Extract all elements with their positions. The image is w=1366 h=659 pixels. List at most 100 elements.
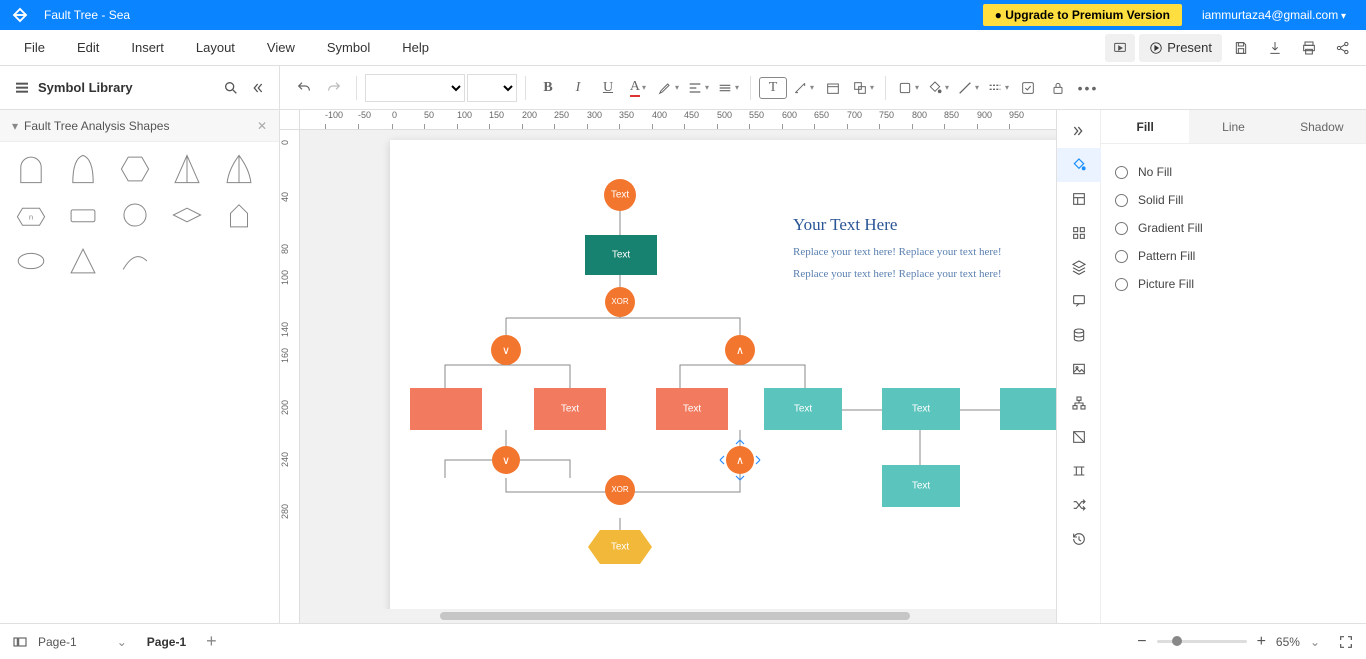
more-button[interactable]: ••• — [1074, 73, 1102, 103]
text-align-v-button[interactable] — [714, 73, 742, 103]
present-button[interactable]: Present — [1139, 34, 1222, 62]
page-select[interactable]: Page-1⌄ — [38, 635, 127, 649]
layers-panel-icon[interactable] — [1057, 250, 1101, 284]
save-button[interactable] — [1226, 34, 1256, 62]
shape-rect[interactable] — [66, 198, 100, 232]
line-style-button[interactable] — [984, 73, 1012, 103]
svg-text:XOR: XOR — [611, 297, 629, 306]
zoom-in-button[interactable]: + — [1257, 633, 1266, 651]
fill-option-pattern[interactable]: Pattern Fill — [1115, 242, 1352, 270]
undo-button[interactable] — [290, 73, 318, 103]
fullscreen-button[interactable] — [1338, 634, 1354, 650]
print-button[interactable] — [1294, 34, 1324, 62]
slideshow-button[interactable] — [1105, 34, 1135, 62]
expand-panel-icon[interactable] — [1057, 114, 1101, 148]
horizontal-scrollbar[interactable] — [320, 609, 1056, 623]
share-button[interactable] — [1328, 34, 1358, 62]
canvas-subtitle-2[interactable]: Replace your text here! Replace your tex… — [793, 268, 1002, 280]
download-button[interactable] — [1260, 34, 1290, 62]
menu-insert[interactable]: Insert — [115, 40, 180, 55]
italic-button[interactable]: I — [564, 73, 592, 103]
menu-symbol[interactable]: Symbol — [311, 40, 386, 55]
fill-option-gradient[interactable]: Gradient Fill — [1115, 214, 1352, 242]
vertical-ruler: 04080100140160200240280 — [280, 130, 300, 623]
canvas-subtitle-1[interactable]: Replace your text here! Replace your tex… — [793, 246, 1002, 258]
shape-diamond[interactable] — [170, 198, 204, 232]
svg-text:∧: ∧ — [736, 455, 744, 467]
ruler-corner — [280, 110, 300, 130]
spacing-panel-icon[interactable] — [1057, 454, 1101, 488]
shape-event-2[interactable] — [66, 152, 100, 186]
checkbox-button[interactable] — [1014, 73, 1042, 103]
shape-format-button[interactable] — [894, 73, 922, 103]
shuffle-panel-icon[interactable] — [1057, 488, 1101, 522]
menu-layout[interactable]: Layout — [180, 40, 251, 55]
zoom-slider[interactable] — [1157, 640, 1247, 643]
shape-house[interactable] — [222, 198, 256, 232]
group-button[interactable] — [849, 73, 877, 103]
svg-text:∧: ∧ — [736, 345, 744, 357]
add-page-button[interactable]: + — [206, 631, 217, 652]
upgrade-button[interactable]: ● Upgrade to Premium Version — [983, 4, 1182, 26]
user-menu[interactable]: iammurtaza4@gmail.com — [1202, 8, 1366, 22]
svg-text:Text: Text — [611, 190, 630, 201]
text-align-h-button[interactable] — [684, 73, 712, 103]
tab-shadow[interactable]: Shadow — [1278, 110, 1366, 143]
zoom-out-button[interactable]: − — [1137, 633, 1146, 651]
shape-hexagon[interactable] — [118, 152, 152, 186]
dimension-panel-icon[interactable] — [1057, 420, 1101, 454]
shape-circle[interactable] — [118, 198, 152, 232]
svg-text:Text: Text — [794, 404, 813, 415]
comments-panel-icon[interactable] — [1057, 284, 1101, 318]
library-title: Symbol Library — [30, 80, 223, 95]
page-tab-1[interactable]: Page-1 — [137, 635, 196, 649]
fill-option-picture[interactable]: Picture Fill — [1115, 270, 1352, 298]
shape-triangle-2[interactable] — [222, 152, 256, 186]
font-size-select[interactable] — [467, 74, 517, 102]
underline-button[interactable]: U — [594, 73, 622, 103]
line-color-button[interactable] — [954, 73, 982, 103]
shape-ellipse[interactable] — [14, 244, 48, 278]
data-panel-icon[interactable] — [1057, 318, 1101, 352]
shape-triangle[interactable] — [66, 244, 100, 278]
tab-fill[interactable]: Fill — [1101, 110, 1189, 143]
menu-edit[interactable]: Edit — [61, 40, 115, 55]
tree-panel-icon[interactable] — [1057, 386, 1101, 420]
fill-color-button[interactable] — [924, 73, 952, 103]
grid-panel-icon[interactable] — [1057, 216, 1101, 250]
svg-text:Text: Text — [683, 404, 702, 415]
close-section-icon[interactable]: ✕ — [257, 119, 267, 133]
font-color-button[interactable]: A — [624, 73, 652, 103]
search-icon[interactable] — [223, 80, 239, 96]
fill-option-solid[interactable]: Solid Fill — [1115, 186, 1352, 214]
canvas-title[interactable]: Your Text Here — [793, 215, 897, 234]
tab-line[interactable]: Line — [1189, 110, 1277, 143]
canvas-page[interactable]: Text Text XOR ∨ ∧ Text Text Text Text — [390, 140, 1056, 623]
redo-button[interactable] — [320, 73, 348, 103]
menu-file[interactable]: File — [8, 40, 61, 55]
app-logo[interactable] — [0, 6, 40, 24]
connector-tool-button[interactable] — [789, 73, 817, 103]
shape-event-1[interactable] — [14, 152, 48, 186]
pages-icon[interactable] — [12, 634, 28, 650]
shape-arc[interactable] — [118, 244, 152, 278]
text-highlight-button[interactable] — [654, 73, 682, 103]
text-tool-button[interactable]: T — [759, 77, 787, 99]
selected-gate-node[interactable]: ∧ — [720, 440, 760, 480]
zoom-level[interactable]: 65% — [1276, 635, 1300, 649]
menu-help[interactable]: Help — [386, 40, 445, 55]
layout-panel-icon[interactable] — [1057, 182, 1101, 216]
image-panel-icon[interactable] — [1057, 352, 1101, 386]
bold-button[interactable]: B — [534, 73, 562, 103]
font-family-select[interactable] — [365, 74, 465, 102]
lock-button[interactable] — [1044, 73, 1072, 103]
collapse-icon[interactable] — [249, 80, 265, 96]
shape-hex-n[interactable]: n — [14, 198, 48, 232]
shape-triangle-1[interactable] — [170, 152, 204, 186]
fill-option-none[interactable]: No Fill — [1115, 158, 1352, 186]
history-panel-icon[interactable] — [1057, 522, 1101, 556]
container-button[interactable] — [819, 73, 847, 103]
fill-panel-icon[interactable] — [1057, 148, 1101, 182]
menu-view[interactable]: View — [251, 40, 311, 55]
section-caret-icon[interactable]: ▾ — [12, 119, 18, 133]
